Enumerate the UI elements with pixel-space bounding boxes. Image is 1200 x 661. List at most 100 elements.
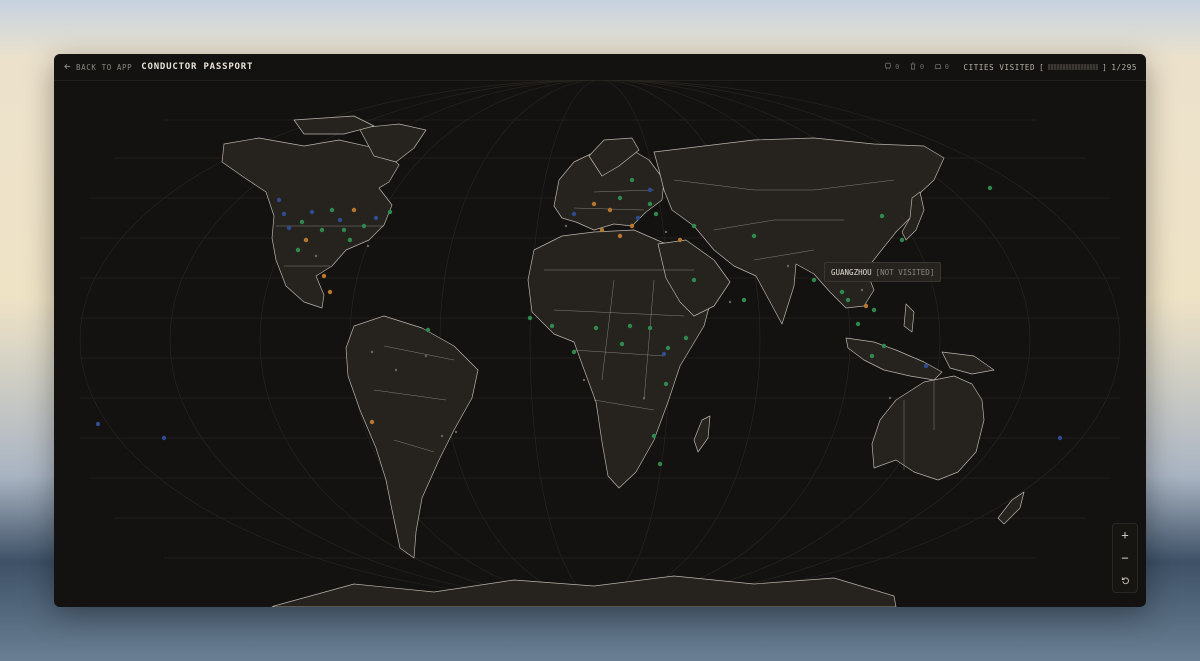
city-dot[interactable] [425, 327, 431, 333]
city-dot[interactable] [881, 343, 887, 349]
arrow-left-icon [63, 62, 72, 73]
city-dot[interactable] [845, 297, 851, 303]
train-icon [884, 62, 892, 72]
city-dot[interactable] [987, 185, 993, 191]
city-dot[interactable] [424, 354, 428, 358]
city-dot[interactable] [691, 277, 697, 283]
city-dot[interactable] [303, 237, 309, 243]
city-dot[interactable] [627, 323, 633, 329]
city-dot[interactable] [653, 211, 659, 217]
southeast-asia-islands [845, 337, 943, 381]
city-dot[interactable] [281, 211, 287, 217]
city-dot[interactable] [811, 277, 817, 283]
city-dot[interactable] [677, 237, 683, 243]
city-dot[interactable] [327, 289, 333, 295]
north-america [221, 137, 400, 309]
city-dot[interactable] [527, 315, 533, 321]
page-title: CONDUCTOR PASSPORT [141, 62, 254, 72]
city-dot[interactable] [899, 237, 905, 243]
city-dot[interactable] [299, 219, 305, 225]
city-dot[interactable] [454, 430, 458, 434]
city-dot[interactable] [664, 230, 668, 234]
city-dot[interactable] [647, 325, 653, 331]
city-dot[interactable] [751, 233, 757, 239]
city-dot[interactable] [869, 353, 875, 359]
zoom-in-button[interactable]: + [1115, 526, 1135, 544]
city-dot[interactable] [571, 211, 577, 217]
city-dot[interactable] [786, 264, 790, 268]
city-dot[interactable] [361, 223, 367, 229]
world-map[interactable]: GUANGZHOU [NOT VISITED] [54, 80, 1146, 607]
city-dot[interactable] [161, 435, 167, 441]
city-dot[interactable] [337, 217, 343, 223]
city-dot[interactable] [647, 187, 653, 193]
back-to-app-button[interactable]: BACK TO APP [63, 62, 132, 73]
bracket-close: ] [1102, 62, 1108, 72]
city-dot[interactable] [665, 345, 671, 351]
city-dot[interactable] [855, 321, 861, 327]
city-dot[interactable] [691, 223, 697, 229]
city-dot[interactable] [370, 350, 374, 354]
city-dot[interactable] [440, 434, 444, 438]
city-dot[interactable] [607, 207, 613, 213]
city-dot[interactable] [351, 207, 357, 213]
city-dot[interactable] [863, 303, 869, 309]
stat-car: 0 [934, 62, 950, 72]
city-dot[interactable] [319, 227, 325, 233]
cities-label: CITIES VISITED [963, 62, 1036, 72]
city-dot[interactable] [728, 300, 732, 304]
city-dot[interactable] [683, 335, 689, 341]
city-dot[interactable] [309, 209, 315, 215]
car-icon [934, 62, 942, 72]
city-dot[interactable] [394, 368, 398, 372]
city-dot[interactable] [839, 289, 845, 295]
city-dot[interactable] [871, 307, 877, 313]
city-dot[interactable] [95, 421, 101, 427]
back-label: BACK TO APP [76, 62, 133, 72]
city-dot[interactable] [571, 349, 577, 355]
stat-car-value: 0 [944, 63, 950, 71]
city-dot[interactable] [661, 351, 667, 357]
city-dot[interactable] [366, 244, 370, 248]
city-dot[interactable] [741, 297, 747, 303]
city-dot[interactable] [593, 325, 599, 331]
city-dot[interactable] [647, 201, 653, 207]
city-dot[interactable] [657, 461, 663, 467]
city-dot[interactable] [879, 213, 885, 219]
city-dot[interactable] [923, 363, 929, 369]
city-dot[interactable] [629, 177, 635, 183]
city-dot[interactable] [860, 288, 864, 292]
city-dot[interactable] [642, 396, 646, 400]
city-dot[interactable] [651, 433, 657, 439]
city-dot[interactable] [276, 197, 282, 203]
stat-trash: 0 [909, 62, 925, 72]
city-dot[interactable] [888, 396, 892, 400]
city-dot[interactable] [549, 323, 555, 329]
city-dot[interactable] [369, 419, 375, 425]
city-dot[interactable] [663, 381, 669, 387]
city-dot[interactable] [629, 223, 635, 229]
city-dot[interactable] [373, 215, 379, 221]
city-dot[interactable] [591, 201, 597, 207]
city-dot[interactable] [387, 209, 393, 215]
stat-trash-value: 0 [919, 63, 925, 71]
city-dot[interactable] [341, 227, 347, 233]
city-dot[interactable] [582, 378, 586, 382]
city-dot[interactable] [619, 341, 625, 347]
city-dot[interactable] [295, 247, 301, 253]
city-dot[interactable] [635, 215, 641, 221]
city-dot[interactable] [564, 224, 568, 228]
city-dot[interactable] [1057, 435, 1063, 441]
city-dot[interactable] [329, 207, 335, 213]
city-dot[interactable] [617, 233, 623, 239]
zoom-out-button[interactable]: − [1115, 549, 1135, 567]
city-dot[interactable] [347, 237, 353, 243]
city-dot[interactable] [599, 227, 605, 233]
city-dot[interactable] [286, 225, 292, 231]
city-dot[interactable] [314, 254, 318, 258]
new-guinea [941, 351, 995, 375]
south-america [345, 315, 479, 559]
city-dot[interactable] [617, 195, 623, 201]
reset-view-button[interactable] [1115, 572, 1135, 590]
city-dot[interactable] [321, 273, 327, 279]
